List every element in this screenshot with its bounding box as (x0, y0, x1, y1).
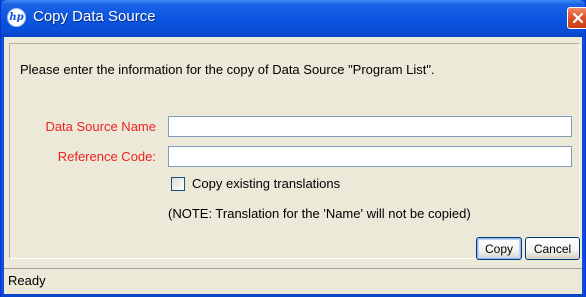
data-source-name-input[interactable] (168, 116, 572, 137)
form-panel: Please enter the information for the cop… (9, 43, 580, 259)
dialog-window: hp Copy Data Source Please enter the inf… (0, 0, 586, 297)
cancel-button[interactable]: Cancel (525, 237, 580, 260)
title-bar[interactable]: hp Copy Data Source (1, 0, 586, 37)
copy-translations-label[interactable]: Copy existing translations (192, 176, 340, 191)
instruction-text: Please enter the information for the cop… (20, 62, 435, 77)
status-text: Ready (8, 273, 46, 288)
window-title: Copy Data Source (33, 8, 156, 25)
data-source-name-label: Data Source Name (45, 119, 156, 134)
copy-button[interactable]: Copy (476, 237, 522, 260)
translation-note: (NOTE: Translation for the 'Name' will n… (168, 206, 471, 221)
hp-logo-icon: hp (7, 8, 26, 27)
close-icon (572, 12, 584, 24)
reference-code-input[interactable] (168, 146, 572, 167)
close-button[interactable] (567, 7, 586, 29)
dialog-body: Please enter the information for the cop… (4, 37, 582, 294)
copy-translations-checkbox[interactable] (171, 177, 185, 191)
status-bar: Ready (4, 268, 582, 293)
reference-code-label: Reference Code: (57, 149, 156, 164)
